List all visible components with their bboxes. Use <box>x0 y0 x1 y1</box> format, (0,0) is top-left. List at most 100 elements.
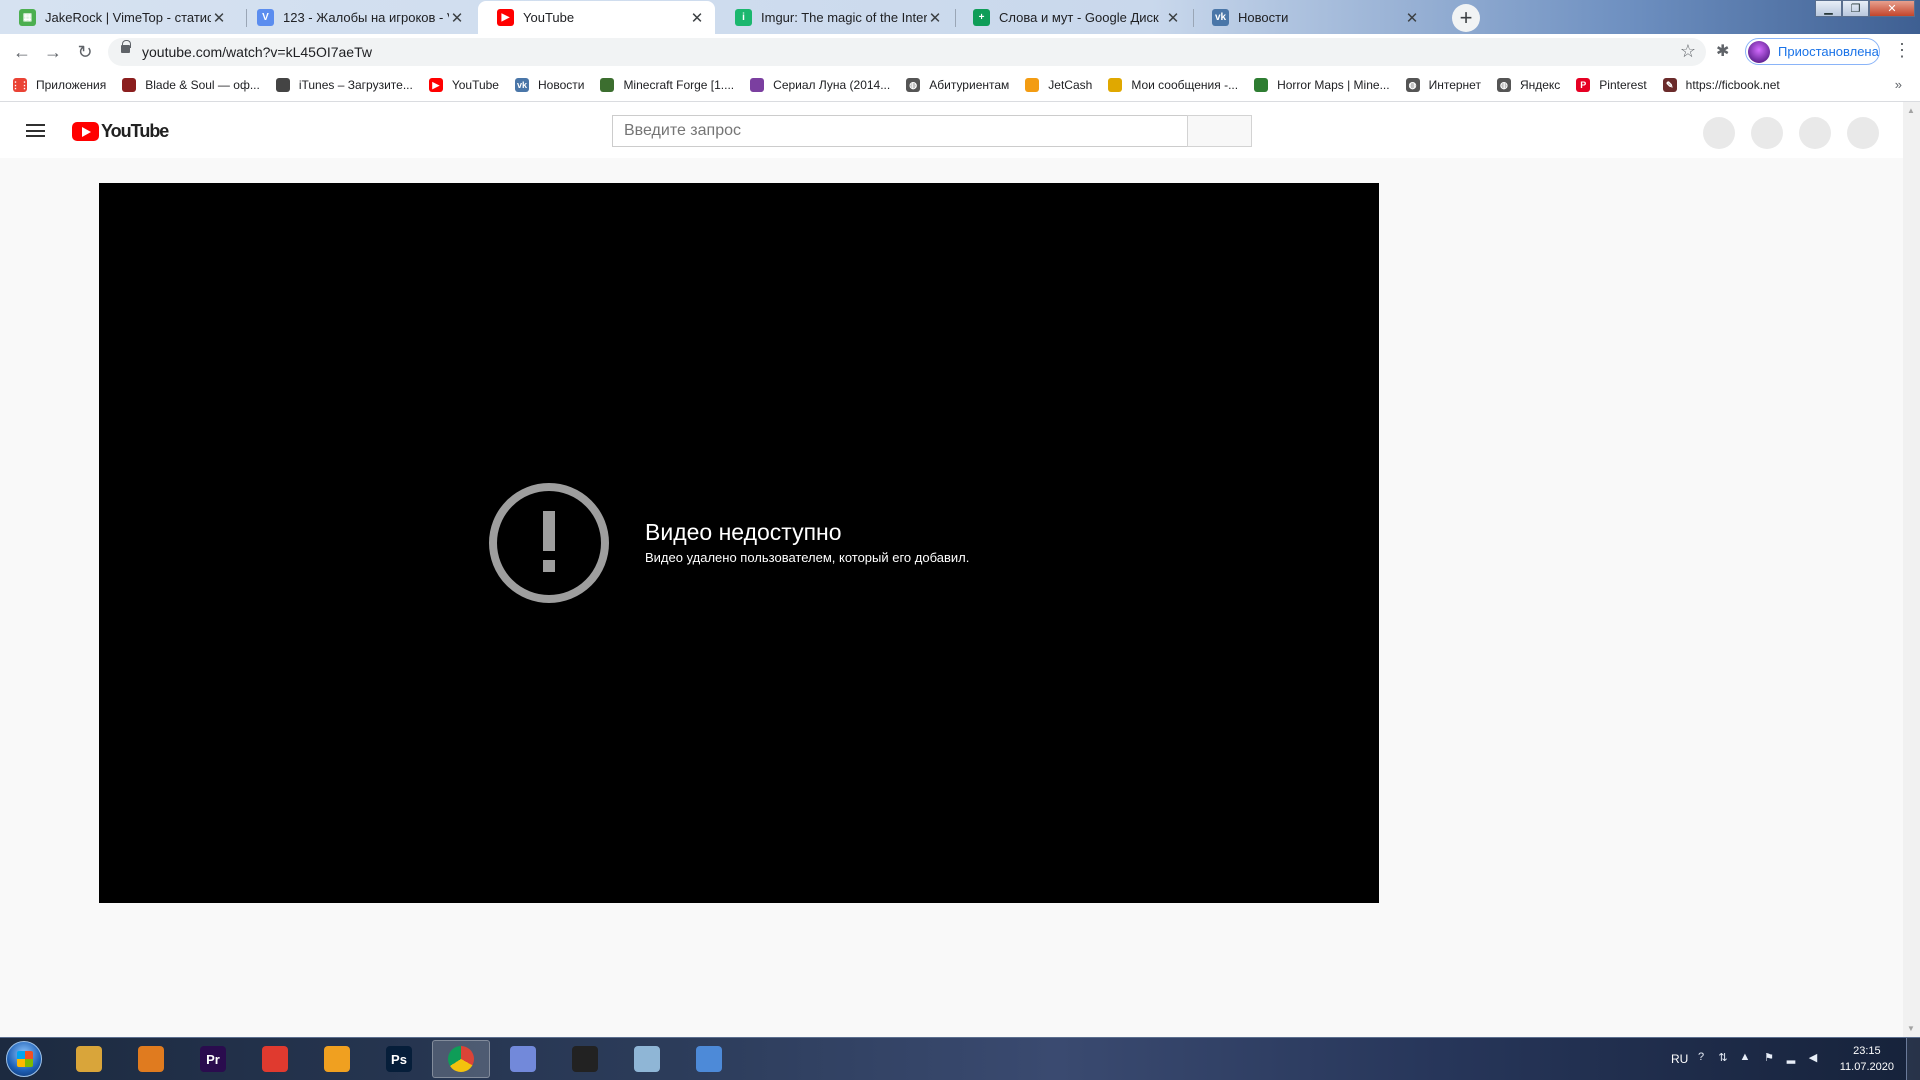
vimeworld-icon <box>696 1046 722 1072</box>
url-text[interactable]: youtube.com/watch?v=kL45OI7aeTw <box>142 44 372 60</box>
video-player[interactable]: Видео недоступно Видео удалено пользоват… <box>99 183 1379 903</box>
photoshop-icon: Ps <box>386 1046 412 1072</box>
taskbar-app-search-tool[interactable] <box>308 1040 366 1078</box>
bookmark-item[interactable]: JetCash <box>1025 78 1092 92</box>
tab-google-drive[interactable]: + Слова и мут - Google Диск ✕ <box>954 1 1191 34</box>
taskbar-app-discord[interactable] <box>494 1040 552 1078</box>
lock-icon[interactable] <box>121 40 131 53</box>
bookmark-label: Minecraft Forge [1.... <box>623 78 735 92</box>
bookmark-item[interactable]: ◍ Яндекс <box>1496 78 1560 92</box>
taskbar-app-media-player[interactable] <box>122 1040 180 1078</box>
obs-icon <box>572 1046 598 1072</box>
notifications-button[interactable] <box>1799 117 1831 149</box>
close-icon[interactable]: ✕ <box>927 9 943 27</box>
youtube-logo[interactable]: YouTube <box>72 121 169 142</box>
tab-title: Imgur: The magic of the Internet <box>761 10 927 25</box>
screen: ▦ JakeRock | VimeTop - статистика ✕ V 12… <box>0 0 1920 1080</box>
bookmarks-bar: ⋮⋮ Приложения Blade & Soul — оф... iTunes –… <box>0 69 1920 102</box>
taskbar-app-obs[interactable] <box>556 1040 614 1078</box>
close-icon[interactable]: ✕ <box>449 9 465 27</box>
vimetop-favicon-icon: ▦ <box>19 9 36 26</box>
bookmark-item[interactable]: ◍ Абитуриентам <box>906 78 1009 92</box>
tab-youtube[interactable]: ▶ YouTube ✕ <box>478 1 715 34</box>
sheets-favicon-icon: + <box>973 9 990 26</box>
bookmark-item[interactable]: P Pinterest <box>1576 78 1647 92</box>
close-window-button[interactable]: ✕ <box>1869 0 1915 17</box>
taskbar-app-explorer[interactable] <box>60 1040 118 1078</box>
page-scrollbar[interactable]: ▲ ▼ <box>1903 102 1920 1037</box>
action-center-flag-icon[interactable]: ⚑ <box>1762 1051 1776 1065</box>
tab-complaints[interactable]: V 123 - Жалобы на игроков - VimeWorld ✕ <box>238 1 475 34</box>
taskbar-app-vimeworld[interactable] <box>680 1040 738 1078</box>
bookmark-item[interactable]: vk Новости <box>514 78 585 92</box>
apps-button[interactable] <box>1751 117 1783 149</box>
network-sync-icon[interactable]: ⇅ <box>1716 1051 1730 1065</box>
bookmark-item[interactable]: Сериал Луна (2014... <box>750 78 890 92</box>
bookmark-item[interactable]: Blade & Soul — оф... <box>122 78 260 92</box>
tab-vimetop[interactable]: ▦ JakeRock | VimeTop - статистика ✕ <box>0 1 237 34</box>
tab-title: Новости <box>1238 10 1289 25</box>
bookmark-item[interactable]: ✎ https://ficbook.net <box>1662 78 1780 92</box>
taskbar-app-premiere[interactable]: Pr <box>184 1040 242 1078</box>
bookmark-item[interactable]: iTunes – Загрузите... <box>275 78 413 92</box>
bookmark-item[interactable]: ▶ YouTube <box>428 78 499 92</box>
film-icon <box>750 78 765 92</box>
show-hidden-icons-icon[interactable]: ▲ <box>1738 1051 1752 1065</box>
bookmark-item[interactable]: Мои сообщения -... <box>1108 78 1238 92</box>
reload-icon[interactable]: ↻ <box>74 41 96 63</box>
imgur-favicon-icon: i <box>735 9 752 26</box>
close-icon[interactable]: ✕ <box>689 9 705 27</box>
hamburger-menu-icon[interactable] <box>26 124 45 137</box>
globe-icon: ◍ <box>1496 78 1511 92</box>
taskbar-app-notes[interactable] <box>618 1040 676 1078</box>
new-tab-button[interactable]: + <box>1452 4 1480 32</box>
help-icon[interactable]: ? <box>1694 1051 1708 1065</box>
create-video-button[interactable] <box>1703 117 1735 149</box>
search-input[interactable]: Введите запрос <box>612 115 1188 147</box>
taskbar-app-photoshop[interactable]: Ps <box>370 1040 428 1078</box>
globe-icon: ◍ <box>906 78 921 92</box>
scroll-up-arrow-icon[interactable]: ▲ <box>1907 106 1915 115</box>
globe-icon: ◍ <box>1405 78 1420 92</box>
profile-status-label: Приостановлена <box>1778 44 1879 59</box>
account-avatar[interactable] <box>1847 117 1879 149</box>
close-icon[interactable]: ✕ <box>1404 9 1420 27</box>
close-icon[interactable]: ✕ <box>1165 9 1181 27</box>
bookmark-star-icon[interactable]: ☆ <box>1680 41 1696 62</box>
bookmark-label: Абитуриентам <box>929 78 1010 92</box>
volume-icon[interactable]: ◀ <box>1806 1051 1820 1065</box>
tab-vk-news[interactable]: vk Новости ✕ <box>1193 1 1430 34</box>
more-bookmarks-chevron-icon[interactable]: » <box>1895 77 1902 92</box>
scroll-down-arrow-icon[interactable]: ▼ <box>1907 1024 1915 1033</box>
taskbar-app-chrome[interactable] <box>432 1040 490 1078</box>
bookmark-item[interactable]: Minecraft Forge [1.... <box>600 78 734 92</box>
bookmark-item[interactable]: ⋮⋮ Приложения <box>11 78 107 92</box>
signal-bars-icon[interactable]: ▂ <box>1784 1051 1798 1065</box>
address-bar[interactable]: youtube.com/watch?v=kL45OI7aeTw ☆ <box>108 38 1706 66</box>
taskbar-app-xsplit[interactable] <box>246 1040 304 1078</box>
show-desktop-button[interactable] <box>1906 1038 1920 1080</box>
language-indicator[interactable]: RU <box>1671 1052 1688 1066</box>
minecraft-icon <box>600 78 615 92</box>
chrome-icon <box>448 1046 474 1072</box>
clock[interactable]: 23:15 11.07.2020 <box>1840 1043 1894 1075</box>
back-arrow-icon[interactable]: ← <box>11 41 33 63</box>
tab-imgur[interactable]: i Imgur: The magic of the Internet ✕ <box>716 1 953 34</box>
start-button[interactable] <box>6 1041 42 1077</box>
kebab-menu-icon[interactable]: ⋮ <box>1893 40 1911 61</box>
profile-button[interactable]: Приостановлена <box>1745 38 1880 65</box>
browser-toolbar: ← → ↻ youtube.com/watch?v=kL45OI7aeTw ☆ … <box>0 34 1920 69</box>
close-icon[interactable]: ✕ <box>211 9 227 27</box>
forward-arrow-icon[interactable]: → <box>42 41 64 63</box>
search-button[interactable] <box>1187 115 1252 147</box>
bookmark-label: Новости <box>537 78 585 92</box>
folder-icon <box>76 1046 102 1072</box>
extensions-puzzle-icon[interactable]: ✱ <box>1716 41 1729 61</box>
minimize-button[interactable]: ▁ <box>1815 0 1842 17</box>
bookmark-item[interactable]: ◍ Интернет <box>1405 78 1481 92</box>
bookmark-label: Приложения <box>36 78 107 92</box>
jetcash-icon <box>1025 78 1040 92</box>
premiere-icon: Pr <box>200 1046 226 1072</box>
bookmark-item[interactable]: Horror Maps | Mine... <box>1254 78 1390 92</box>
maximize-button[interactable]: ❐ <box>1842 0 1869 17</box>
